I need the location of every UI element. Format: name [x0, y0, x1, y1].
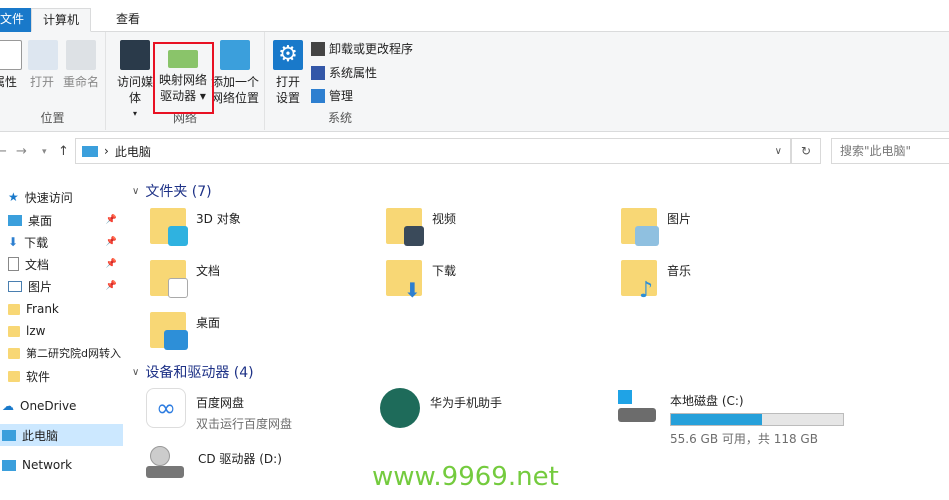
sidebar: ★ 快速访问 桌面 📌 ⬇ 下载 📌 文档 📌 图片 📌 Frank lzw 第二研究院d网… [0, 176, 125, 500]
folder-3d-objects[interactable]: 3D 对象 [150, 204, 241, 246]
folder-downloads[interactable]: ⬇ 下载 [386, 256, 456, 302]
baidu-netdisk-icon: ∞ [146, 388, 186, 428]
folder-download-icon: ⬇ [386, 260, 422, 302]
group-label-system: 系统 [327, 111, 352, 125]
sidebar-item-software[interactable]: 软件 [0, 365, 123, 387]
pin-icon[interactable]: 📌 [106, 259, 117, 269]
address-bar[interactable]: › 此电脑 ∨ [75, 138, 791, 164]
group-location: 属性 打开 重命名 位置 [0, 32, 106, 130]
up-button[interactable]: ↑ [58, 144, 69, 159]
folder-documents[interactable]: 文档 [150, 256, 220, 298]
add-network-location-button[interactable]: 添加一个 网络位置 [210, 40, 260, 106]
folder-music[interactable]: ♪ 音乐 [621, 256, 691, 303]
manage-button[interactable]: 管理 [311, 87, 353, 104]
sidebar-item-documents[interactable]: 文档 📌 [0, 253, 123, 275]
document-icon [8, 257, 19, 271]
network-icon [2, 459, 16, 471]
devices-header[interactable]: ∨ 设备和驱动器 (4) [132, 362, 254, 382]
forward-button[interactable]: → [16, 144, 27, 159]
chevron-down-icon: ∨ [132, 366, 140, 378]
ribbon-tabs: 文件 计算机 查看 [0, 0, 949, 32]
device-cd-drive-d[interactable]: CD 驱动器 (D:) [146, 444, 282, 484]
pin-icon[interactable]: 📌 [106, 237, 117, 247]
tab-file[interactable]: 文件 [0, 8, 31, 32]
tab-computer[interactable]: 计算机 [31, 8, 91, 32]
device-huawei-assistant[interactable]: 华为手机助手 [380, 388, 502, 428]
folder-desktop[interactable]: 桌面 [150, 308, 220, 350]
sidebar-item-frank[interactable]: Frank [0, 298, 123, 320]
group-system: ⚙ 打开 设置 卸载或更改程序 系统属性 管理 系统 [265, 32, 415, 130]
chevron-down-icon[interactable]: ∨ [775, 146, 782, 157]
sidebar-item-onedrive[interactable]: ☁ OneDrive [0, 395, 123, 417]
folders-header[interactable]: ∨ 文件夹 (7) [132, 181, 212, 201]
search-input[interactable]: 搜索"此电脑" [831, 138, 949, 164]
system-properties-icon [311, 65, 325, 80]
rename-icon [66, 40, 96, 70]
device-local-disk-c[interactable]: 本地磁盘 (C:) 55.6 GB 可用，共 118 GB [616, 386, 844, 447]
folder-picture-icon [621, 208, 659, 246]
hard-drive-icon [616, 386, 660, 426]
disk-usage-fill [671, 414, 763, 425]
star-icon: ★ [8, 190, 19, 204]
desktop-icon [8, 214, 22, 226]
open-icon [28, 40, 58, 70]
folder-desktop-icon [150, 312, 188, 350]
folder-videos[interactable]: 视频 [386, 204, 456, 246]
sidebar-item-desktop[interactable]: 桌面 📌 [0, 209, 123, 231]
open-button[interactable]: 打开 [28, 40, 58, 90]
folder-icon [8, 370, 20, 382]
folder-icon [8, 303, 20, 315]
gear-icon: ⚙ [273, 40, 303, 70]
sidebar-item-network[interactable]: Network [0, 454, 123, 476]
breadcrumb-separator: › [104, 144, 109, 158]
properties-button[interactable]: 属性 [0, 40, 22, 90]
watermark: www.9969.net [372, 462, 559, 492]
cloud-icon: ☁ [2, 399, 14, 413]
folder-document-icon [150, 260, 188, 298]
sidebar-item-lzw[interactable]: lzw [0, 320, 123, 342]
folder-icon [8, 325, 20, 337]
refresh-button[interactable]: ↻ [791, 138, 821, 164]
breadcrumb: 此电脑 [114, 144, 151, 159]
sidebar-item-downloads[interactable]: ⬇ 下载 📌 [0, 231, 123, 253]
sidebar-item-this-pc[interactable]: 此电脑 [0, 424, 123, 446]
properties-icon [0, 40, 22, 70]
cd-drive-icon [146, 444, 188, 484]
highlight-box [153, 42, 214, 114]
disk-usage-bar [670, 413, 844, 426]
tab-view[interactable]: 查看 [104, 8, 152, 32]
manage-icon [311, 88, 325, 103]
content-pane: ∨ 文件夹 (7) 3D 对象 视频 图片 文档 ⬇ 下载 ♪ 音乐 桌面 ∨ 设备和驱… [128, 176, 949, 500]
address-row: ← → ▾ ↑ › 此电脑 ∨ ↻ 搜索"此电脑" [0, 136, 949, 168]
folder-3d-icon [150, 208, 188, 246]
ribbon: 属性 打开 重命名 位置 访问媒体▾ 映射网络驱动器 ▾ 添加一个网络位置 网络… [0, 32, 949, 132]
huawei-assistant-icon [380, 388, 420, 428]
open-settings-button[interactable]: ⚙ 打开 设置 [273, 40, 303, 106]
recent-dropdown[interactable]: ▾ [42, 147, 47, 157]
pin-icon[interactable]: 📌 [106, 215, 117, 225]
download-icon: ⬇ [8, 235, 19, 249]
uninstall-button[interactable]: 卸载或更改程序 [311, 40, 413, 57]
sidebar-item-pictures[interactable]: 图片 📌 [0, 275, 123, 297]
uninstall-icon [311, 41, 325, 56]
group-label-location: 位置 [40, 111, 65, 125]
sidebar-item-transfer[interactable]: 第二研究院d网转入 [0, 342, 123, 364]
sidebar-item-quick-access[interactable]: ★ 快速访问 [0, 186, 123, 208]
rename-button[interactable]: 重命名 [62, 40, 100, 90]
pc-icon [2, 429, 16, 441]
picture-icon [8, 280, 22, 292]
pc-icon [82, 145, 98, 157]
pin-icon[interactable]: 📌 [106, 281, 117, 291]
chevron-down-icon: ∨ [132, 185, 140, 197]
device-baidu-netdisk[interactable]: ∞ 百度网盘 双击运行百度网盘 [146, 388, 292, 432]
folder-pictures[interactable]: 图片 [621, 204, 691, 246]
system-properties-button[interactable]: 系统属性 [311, 64, 377, 81]
folder-video-icon [386, 208, 424, 246]
folder-music-icon: ♪ [621, 260, 657, 303]
network-location-icon [220, 40, 250, 70]
back-button[interactable]: ← [0, 144, 7, 159]
media-icon [120, 40, 150, 70]
folder-icon [8, 347, 20, 359]
